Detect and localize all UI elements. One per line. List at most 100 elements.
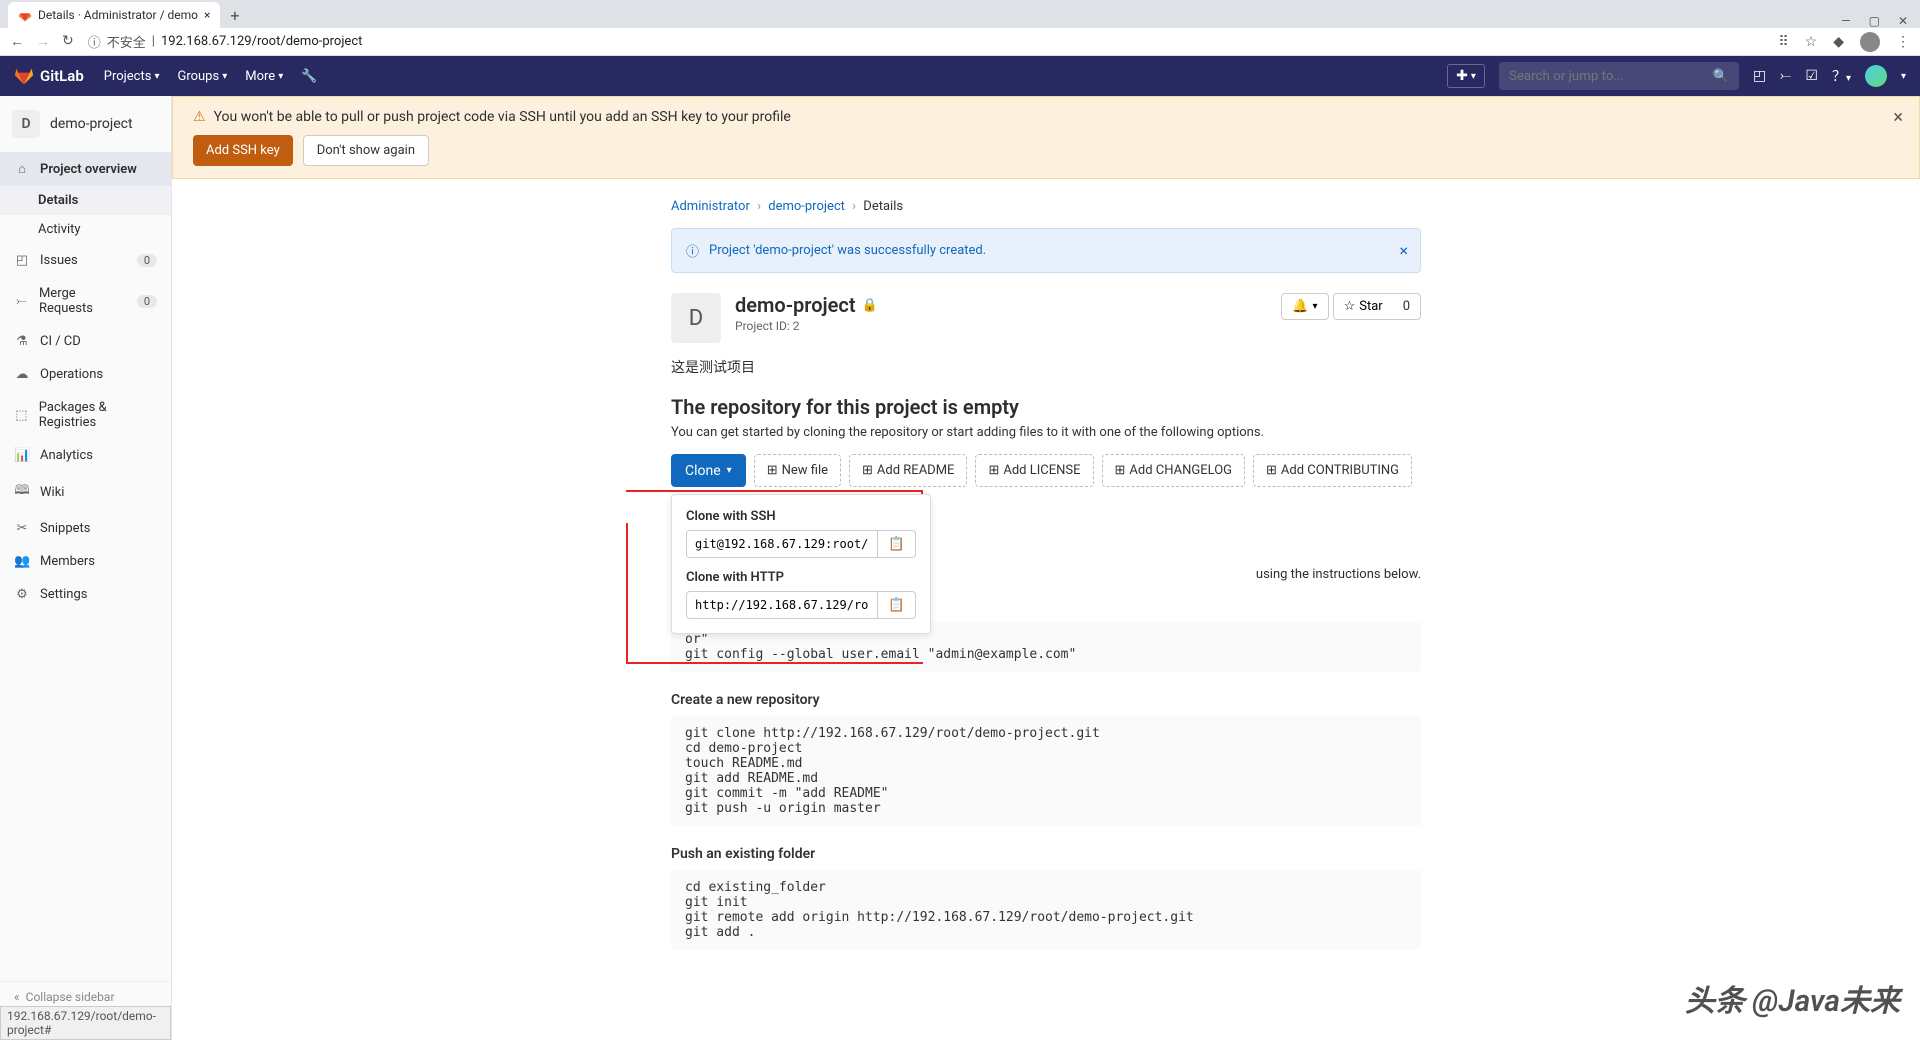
scissors-icon: ✂	[14, 521, 30, 536]
add-contributing-button[interactable]: ⊞Add CONTRIBUTING	[1253, 454, 1412, 487]
user-menu-caret[interactable]: ▾	[1901, 71, 1906, 82]
browser-chrome: Details · Administrator / demo × + — ▢ ✕…	[0, 0, 1920, 56]
breadcrumb: Administrator › demo-project › Details	[671, 199, 1421, 214]
browser-tabs: Details · Administrator / demo × + — ▢ ✕	[0, 0, 1920, 28]
status-bar: 192.168.67.129/root/demo-project#	[0, 1006, 171, 1040]
sidebar-item-details[interactable]: Details	[0, 186, 171, 215]
sidebar-item-members[interactable]: 👥Members	[0, 545, 171, 578]
close-icon[interactable]: ×	[204, 8, 210, 22]
clone-dropdown: Clone with SSH 📋 Clone with HTTP 📋	[671, 494, 931, 634]
empty-repo-title: The repository for this project is empty	[671, 395, 1421, 419]
sidebar-item-overview[interactable]: ⌂Project overview	[0, 152, 171, 186]
empty-repo-desc: You can get started by cloning the repos…	[671, 425, 1421, 440]
sidebar: D demo-project ⌂Project overview Details…	[0, 96, 172, 1040]
new-tab-button[interactable]: +	[220, 2, 390, 28]
notification-button[interactable]: 🔔▾	[1281, 293, 1328, 320]
add-changelog-button[interactable]: ⊞Add CHANGELOG	[1102, 454, 1246, 487]
sidebar-project-name: demo-project	[50, 116, 133, 132]
gear-icon: ⚙	[14, 587, 30, 602]
new-menu-button[interactable]: ✚ ▾	[1447, 64, 1485, 88]
maximize-icon[interactable]: ▢	[1869, 14, 1880, 28]
sidebar-item-issues[interactable]: ◰Issues0	[0, 244, 171, 277]
sidebar-item-settings[interactable]: ⚙Settings	[0, 578, 171, 611]
rocket-icon: ⚗	[14, 334, 30, 349]
star-button[interactable]: ☆Star	[1333, 293, 1394, 320]
address-bar: ← → ↻ ⓘ 不安全 | 192.168.67.129/root/demo-p…	[0, 28, 1920, 56]
new-file-button[interactable]: ⊞New file	[754, 454, 841, 487]
back-icon[interactable]: ←	[10, 33, 24, 50]
sidebar-item-snippets[interactable]: ✂Snippets	[0, 512, 171, 545]
chevron-left-icon: «	[14, 990, 20, 1004]
nav-more[interactable]: More▾	[245, 69, 283, 84]
close-window-icon[interactable]: ✕	[1898, 14, 1908, 28]
todos-icon[interactable]: ☑	[1805, 68, 1818, 84]
users-icon: 👥	[14, 554, 30, 569]
nav-groups[interactable]: Groups▾	[177, 69, 227, 84]
search-icon: 🔍	[1713, 69, 1729, 84]
breadcrumb-details: Details	[863, 199, 903, 214]
add-readme-button[interactable]: ⊞Add README	[849, 454, 967, 487]
add-ssh-key-button[interactable]: Add SSH key	[193, 135, 293, 166]
instructions-hint: using the instructions below.	[961, 567, 1421, 582]
copy-http-button[interactable]: 📋	[878, 591, 916, 619]
breadcrumb-admin[interactable]: Administrator	[671, 199, 750, 214]
sidebar-item-operations[interactable]: ☁Operations	[0, 358, 171, 391]
bookmark-icon[interactable]: ☆	[1805, 34, 1818, 50]
create-repo-code: git clone http://192.168.67.129/root/dem…	[671, 716, 1421, 826]
url-bar[interactable]: ⓘ 不安全 | 192.168.67.129/root/demo-project	[88, 32, 363, 51]
copy-ssh-button[interactable]: 📋	[878, 530, 916, 558]
mr-icon[interactable]: ⤚	[1780, 68, 1791, 84]
info-icon: ⓘ	[88, 32, 101, 51]
gitlab-top-nav: GitLab Projects▾ Groups▾ More▾ 🔧 ✚ ▾ 🔍 ◰…	[0, 56, 1920, 96]
project-title: demo-project🔒	[735, 293, 878, 317]
reload-icon[interactable]: ↻	[62, 33, 74, 50]
success-text: Project 'demo-project' was successfully …	[709, 243, 986, 258]
sidebar-item-mr[interactable]: ⤚Merge Requests0	[0, 277, 171, 325]
minimize-icon[interactable]: —	[1841, 14, 1850, 28]
clone-ssh-input[interactable]	[686, 530, 878, 558]
star-icon: ☆	[1344, 299, 1356, 314]
push-folder-heading: Push an existing folder	[671, 846, 1421, 862]
project-avatar-small: D	[12, 110, 40, 138]
search-input[interactable]	[1509, 69, 1713, 84]
dont-show-again-button[interactable]: Don't show again	[303, 135, 429, 166]
menu-icon[interactable]: ⋮	[1896, 34, 1910, 50]
clone-button[interactable]: Clone▾	[671, 454, 746, 487]
plus-icon: ⊞	[1266, 463, 1277, 478]
gitlab-logo[interactable]: GitLab	[14, 66, 84, 86]
translate-icon[interactable]: ⠿	[1778, 34, 1788, 50]
sidebar-item-analytics[interactable]: 📊Analytics	[0, 439, 171, 472]
forward-icon[interactable]: →	[36, 33, 50, 50]
add-license-button[interactable]: ⊞Add LICENSE	[975, 454, 1093, 487]
issues-icon[interactable]: ◰	[1753, 68, 1766, 84]
clone-http-input[interactable]	[686, 591, 878, 619]
gitlab-icon	[14, 66, 34, 86]
sidebar-item-activity[interactable]: Activity	[0, 215, 171, 244]
sidebar-context[interactable]: D demo-project	[0, 96, 171, 152]
package-icon: ⬚	[14, 408, 29, 423]
star-count: 0	[1393, 293, 1421, 320]
clone-ssh-label: Clone with SSH	[686, 509, 916, 524]
user-avatar[interactable]	[1865, 65, 1887, 87]
close-success-icon[interactable]: ×	[1399, 241, 1408, 260]
profile-icon[interactable]	[1860, 32, 1880, 52]
copy-icon: 📋	[888, 537, 905, 552]
search-box[interactable]: 🔍	[1499, 62, 1739, 90]
sidebar-item-packages[interactable]: ⬚Packages & Registries	[0, 391, 171, 439]
browser-tab[interactable]: Details · Administrator / demo ×	[8, 2, 220, 28]
content-area: ⚠ You won't be able to pull or push proj…	[172, 96, 1920, 1040]
push-folder-code: cd existing_folder git init git remote a…	[671, 870, 1421, 950]
issues-icon: ◰	[14, 253, 30, 268]
watermark: 头条 @Java未来	[1685, 976, 1900, 1020]
sidebar-item-cicd[interactable]: ⚗CI / CD	[0, 325, 171, 358]
help-icon[interactable]: ？▾	[1832, 66, 1851, 86]
breadcrumb-project[interactable]: demo-project	[768, 199, 845, 214]
ssh-warning-text: You won't be able to pull or push projec…	[214, 109, 791, 125]
sidebar-item-wiki[interactable]: 🕮Wiki	[0, 472, 171, 512]
wrench-icon[interactable]: 🔧	[301, 69, 317, 84]
book-icon: 🕮	[14, 481, 30, 503]
create-repo-heading: Create a new repository	[671, 692, 1421, 708]
nav-projects[interactable]: Projects▾	[104, 69, 160, 84]
close-banner-icon[interactable]: ×	[1893, 107, 1903, 128]
extension-icon[interactable]: ◆	[1833, 34, 1844, 50]
